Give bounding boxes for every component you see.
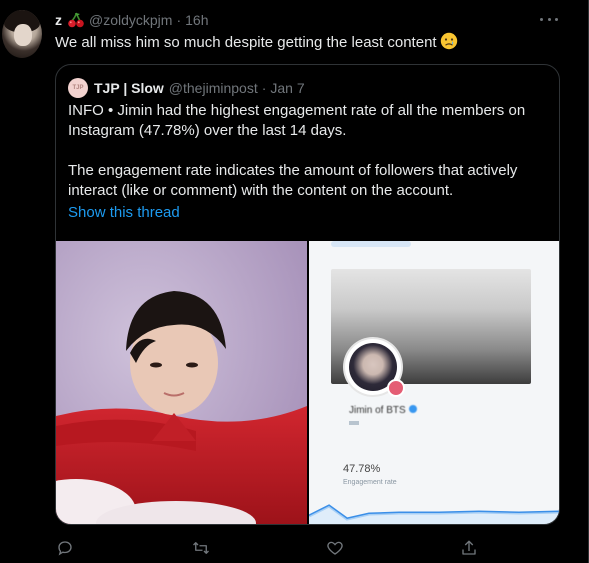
separator-dot: · (176, 12, 182, 28)
instagram-profile-name-text: Jimin of BTS (349, 405, 406, 416)
portrait-illustration (56, 241, 307, 524)
cherry-icon (67, 12, 85, 28)
action-bar (55, 538, 495, 558)
avatar[interactable] (2, 10, 42, 58)
instagram-subline (349, 421, 359, 425)
handle[interactable]: @zoldyckpjm (89, 12, 172, 28)
tweet-header: z @zoldyckpjm · 16h (55, 11, 208, 29)
quoted-text-line: Instagram (47.78%) over the last 14 days… (68, 122, 347, 139)
tweet-frame: z @zoldyckpjm · 16h We all miss him so m… (0, 0, 589, 563)
quoted-header: TJP TJP | Slow @thejiminpost · Jan 7 (68, 78, 305, 98)
engagement-rate-label: Engagement rate (343, 479, 397, 486)
quoted-timestamp[interactable]: Jan 7 (270, 80, 304, 96)
instagram-story-badge (387, 379, 405, 397)
display-name[interactable]: z (55, 12, 62, 28)
quoted-handle[interactable]: @thejiminpost (169, 80, 258, 96)
crying-face-icon (440, 32, 458, 50)
quoted-display-name[interactable]: TJP | Slow (94, 80, 164, 96)
quoted-body: INFO • Jimin had the highest engagement … (68, 101, 548, 223)
quoted-avatar[interactable]: TJP (68, 78, 88, 98)
media-screenshot-right[interactable]: Jimin of BTS 47.78% Engagement rate (309, 241, 559, 524)
quoted-text-line: interact (like or comment) with the cont… (68, 182, 454, 199)
tweet-text: We all miss him so much despite getting … (55, 32, 555, 53)
avatar-face (14, 24, 32, 46)
timestamp[interactable]: 16h (185, 12, 208, 28)
instagram-top-bar (331, 241, 411, 247)
quoted-text-line: INFO • Jimin had the highest engagement … (68, 102, 526, 119)
reply-icon[interactable] (55, 538, 75, 558)
retweet-icon[interactable] (191, 538, 211, 558)
share-icon[interactable] (459, 538, 479, 558)
instagram-profile-name: Jimin of BTS (349, 405, 417, 416)
more-dot (555, 17, 558, 21)
tweet-text-content: We all miss him so much despite getting … (55, 34, 437, 51)
quoted-separator-dot: · (261, 80, 267, 96)
more-dot (540, 17, 543, 21)
quoted-tweet[interactable]: TJP TJP | Slow @thejiminpost · Jan 7 INF… (55, 64, 560, 525)
engagement-rate-value: 47.78% (343, 463, 381, 475)
more-dot (547, 17, 551, 21)
quoted-text-line: The engagement rate indicates the amount… (68, 162, 518, 179)
show-thread-link[interactable]: Show this thread (68, 203, 180, 223)
more-icon[interactable] (540, 12, 558, 26)
media-photo-left[interactable] (56, 241, 307, 524)
engagement-line-graph (309, 504, 559, 524)
verified-icon (408, 405, 417, 413)
heart-icon[interactable] (325, 538, 345, 558)
